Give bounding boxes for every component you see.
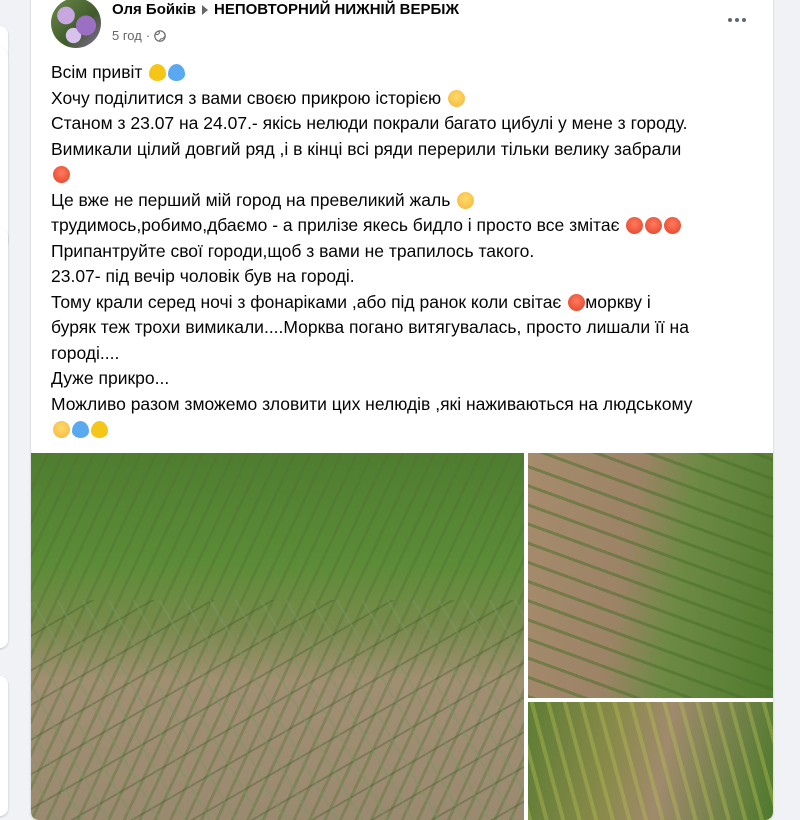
sad-face-icon — [53, 421, 70, 438]
blue-heart-icon — [168, 64, 186, 81]
post-meta: 5 год · — [112, 28, 166, 43]
post-time[interactable]: 5 год — [112, 28, 142, 43]
post-line-text: буряк теж трохи вимикали....Морква поган… — [51, 317, 689, 337]
left-rail-card — [0, 48, 8, 248]
post-line-text: 23.07- під вечір чоловік був на городі. — [51, 266, 355, 286]
post-line-text: Вимикали цілий довгий ряд ,і в кінці всі… — [51, 138, 682, 159]
more-options-icon[interactable] — [723, 8, 751, 32]
group-name[interactable]: НЕПОВТОРНИЙ НИЖНІЙ ВЕРБІЖ — [214, 1, 459, 18]
angry-face-icon — [568, 293, 586, 311]
post-line-text: Це вже не перший мій город на превеликий… — [51, 189, 451, 210]
post-line: Вимикали цілий довгий ряд ,і в кінці всі… — [51, 137, 763, 163]
angry-face-icon — [664, 217, 682, 234]
post-line-text: Дуже прикро... — [51, 368, 170, 388]
post-line-text: Тому крали серед ночі з фонаріками ,або … — [51, 291, 562, 312]
left-rail-card — [0, 676, 8, 816]
photo-garden-rows[interactable] — [528, 453, 773, 698]
avatar[interactable] — [51, 0, 101, 48]
post-line-text: Можливо разом зможемо зловити цих нелюді… — [51, 393, 693, 414]
post-line: Тому крали серед ночі з фонаріками ,або … — [51, 290, 763, 316]
post-line — [51, 417, 763, 443]
post-line-text: Хочу поділитися з вами своєю прикрою іст… — [51, 87, 442, 108]
post-line: Дуже прикро... — [51, 366, 763, 392]
yellow-heart-icon — [149, 64, 167, 81]
photo-grid — [31, 453, 773, 820]
post-line-text: Всім привіт — [51, 62, 143, 82]
post-line: Всім привіт — [51, 60, 763, 86]
post-line-text: городі.... — [51, 342, 120, 363]
blue-heart-icon — [72, 421, 89, 438]
post-line-text: моркву і — [585, 291, 651, 312]
angry-face-icon — [626, 217, 644, 234]
post-line: буряк теж трохи вимикали....Морква поган… — [51, 315, 763, 341]
post-line-text: Станом з 23.07 на 24.07.- якісь нелюди п… — [51, 113, 688, 133]
post-text: Всім привіт Хочу поділитися з вами своєю… — [51, 60, 763, 443]
photo-onion-beds[interactable] — [31, 453, 524, 820]
angry-face-icon — [645, 217, 663, 234]
left-rail-card — [0, 228, 8, 648]
post-header: Оля Бойків НЕПОВТОРНИЙ НИЖНІЙ ВЕРБІЖ — [112, 1, 459, 18]
yellow-heart-icon — [91, 421, 108, 438]
photo-garden-greens[interactable] — [528, 702, 773, 820]
post-line: Це вже не перший мій город на превеликий… — [51, 188, 763, 214]
post-line — [51, 162, 763, 188]
sad-face-icon — [457, 191, 475, 209]
sad-face-icon — [448, 89, 466, 107]
globe-icon — [154, 29, 166, 42]
post-line: 23.07- під вечір чоловік був на городі. — [51, 264, 763, 290]
post-line: Хочу поділитися з вами своєю прикрою іст… — [51, 86, 763, 112]
arrow-right-icon — [201, 4, 208, 15]
post-line-text: трудимось,робимо,дбаємо - а прилізе якес… — [51, 215, 620, 235]
post-line-text: Припантруйте свої городи,щоб з вами не т… — [51, 240, 535, 261]
post-card: Оля Бойків НЕПОВТОРНИЙ НИЖНІЙ ВЕРБІЖ 5 г… — [31, 0, 773, 820]
author-name[interactable]: Оля Бойків — [112, 1, 196, 18]
post-line: городі.... — [51, 341, 763, 367]
angry-face-icon — [53, 166, 70, 183]
post-line: Припантруйте свої городи,щоб з вами не т… — [51, 239, 763, 265]
post-line: Можливо разом зможемо зловити цих нелюді… — [51, 392, 763, 418]
post-line: Станом з 23.07 на 24.07.- якісь нелюди п… — [51, 111, 763, 137]
post-line: трудимось,робимо,дбаємо - а прилізе якес… — [51, 213, 763, 239]
